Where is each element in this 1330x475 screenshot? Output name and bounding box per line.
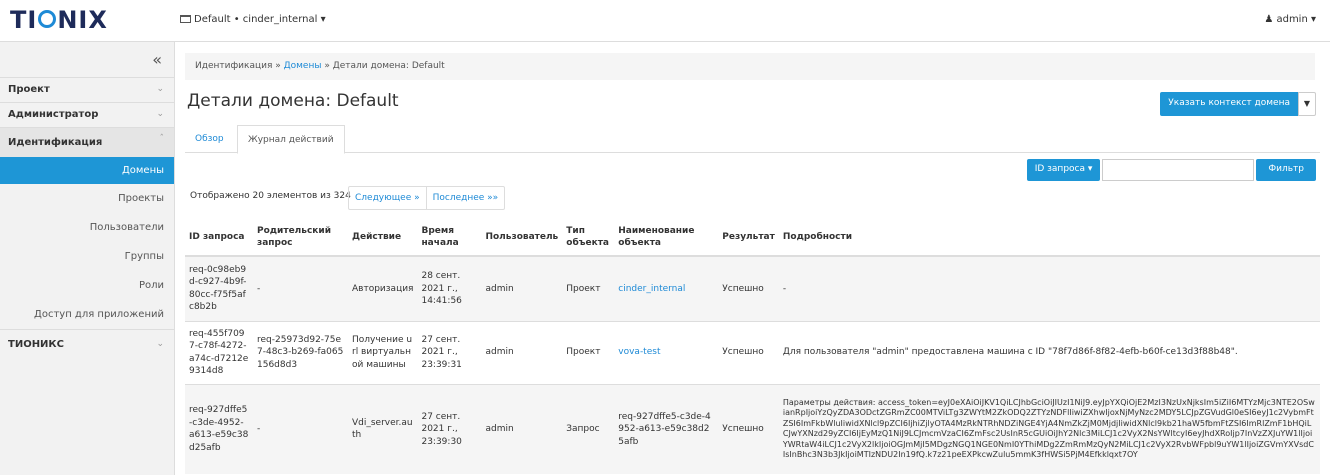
col-request-id[interactable]: ID запроса xyxy=(185,218,253,257)
main-content: Идентификация » Домены » Детали домена: … xyxy=(175,42,1330,475)
cell-start-time: 27 сент. 2021 г., 23:39:31 xyxy=(417,320,482,384)
sidebar-section-label: Проект xyxy=(8,84,50,95)
cell-action: Авторизация xyxy=(348,255,418,321)
object-name-link[interactable]: vova-test xyxy=(618,347,660,357)
cell-request-id: req-455f7097-c78f-4272-a74c-d7212e9314d8 xyxy=(185,320,253,384)
sidebar-section-project[interactable]: Проект ⌄ xyxy=(0,77,174,102)
cell-object-type: Проект xyxy=(562,255,615,321)
cell-parent-request: req-25973d92-75e7-48c3-b269-fa065156d8d3 xyxy=(253,320,348,384)
sidebar-item-roles[interactable]: Роли xyxy=(0,271,174,300)
cell-user: admin xyxy=(481,255,563,321)
chevron-down-icon: ⌄ xyxy=(156,84,164,94)
col-start-time[interactable]: Время начала xyxy=(417,218,482,257)
cell-request-id: req-927dffe5-c3de-4952-a613-e59c38d25afb xyxy=(185,383,253,474)
filter-button[interactable]: Фильтр xyxy=(1256,159,1316,181)
sidebar-item-app-access[interactable]: Доступ для приложений xyxy=(0,300,174,329)
sidebar-section-identity[interactable]: Идентификация ˆ xyxy=(0,127,174,157)
col-details[interactable]: Подробности xyxy=(778,218,1320,257)
set-domain-context-button[interactable]: Указать контекст домена xyxy=(1160,92,1298,116)
cell-result: Успешно xyxy=(718,383,779,474)
breadcrumb-current: Детали домена: Default xyxy=(332,61,445,71)
user-icon: ♟ xyxy=(1264,14,1277,25)
cell-action: Vdi_server.auth xyxy=(348,383,418,474)
cell-action: Получение url виртуальной машины xyxy=(348,320,418,384)
cell-object-name: req-927dffe5-c3de-4952-a613-e59c38d25afb xyxy=(614,383,719,474)
pagination: Следующее » Последнее »» xyxy=(348,186,506,210)
brand-logo[interactable]: TI NIX xyxy=(10,6,108,34)
col-user[interactable]: Пользователь xyxy=(481,218,563,257)
cell-start-time: 28 сент. 2021 г., 14:41:56 xyxy=(417,255,482,321)
next-page-link[interactable]: Следующее » xyxy=(349,187,426,209)
sidebar-item-domains[interactable]: Домены xyxy=(0,157,174,184)
col-object-name[interactable]: Наименование объекта xyxy=(614,218,719,257)
breadcrumb: Идентификация » Домены » Детали домена: … xyxy=(185,53,1315,80)
cell-start-time: 27 сент. 2021 г., 23:39:30 xyxy=(417,383,482,474)
table-header-row: ID запроса Родительский запрос Действие … xyxy=(185,218,1320,257)
cell-result: Успешно xyxy=(718,255,779,321)
sidebar-item-users[interactable]: Пользователи xyxy=(0,213,174,242)
col-object-type[interactable]: Тип объекта xyxy=(562,218,615,257)
items-count: Отображено 20 элементов из 324 xyxy=(190,191,351,201)
cell-user: admin xyxy=(481,320,563,384)
breadcrumb-domains-link[interactable]: Домены xyxy=(284,61,322,71)
breadcrumb-identity: Идентификация xyxy=(195,61,273,71)
filter-bar: ID запроса ▾ Фильтр xyxy=(1026,159,1316,181)
cell-object-type: Запрос xyxy=(562,383,615,474)
tab-overview[interactable]: Обзор xyxy=(185,125,234,153)
cell-user: admin xyxy=(481,383,563,474)
sidebar-section-admin[interactable]: Администратор ⌄ xyxy=(0,102,174,127)
filter-field-dropdown[interactable]: ID запроса ▾ xyxy=(1026,159,1101,181)
cell-parent-request: - xyxy=(253,255,348,321)
page-title: Детали домена: Default xyxy=(187,91,399,111)
sidebar-section-tionix[interactable]: ТИОНИКС ⌄ xyxy=(0,329,174,359)
user-menu[interactable]: ♟ admin ▾ xyxy=(1264,14,1316,25)
col-action[interactable]: Действие xyxy=(348,218,418,257)
collapse-sidebar-icon[interactable]: « xyxy=(0,42,174,77)
tabs: Обзор Журнал действий xyxy=(185,125,1320,154)
last-page-link[interactable]: Последнее »» xyxy=(425,187,505,209)
chevron-up-icon: ˆ xyxy=(159,134,165,144)
chevron-down-icon: ⌄ xyxy=(156,339,164,349)
logo-ring-icon xyxy=(38,10,57,28)
tab-action-log[interactable]: Журнал действий xyxy=(237,125,345,154)
chevron-down-icon: ⌄ xyxy=(156,109,164,119)
action-log-table: ID запроса Родительский запрос Действие … xyxy=(185,218,1320,474)
table-row: req-0c98eb9d-c927-4b9f-80cc-f75f5afc8b2b… xyxy=(185,255,1320,321)
breadcrumb-sep: » xyxy=(272,61,284,71)
domain-context-button-group: Указать контекст домена ▼ xyxy=(1160,92,1316,116)
window-icon xyxy=(180,15,191,23)
table-row: req-455f7097-c78f-4272-a74c-d7212e9314d8… xyxy=(185,320,1320,384)
table-row: req-927dffe5-c3de-4952-a613-e59c38d25afb… xyxy=(185,383,1320,474)
cell-object-type: Проект xyxy=(562,320,615,384)
cell-details: - xyxy=(778,255,1320,321)
user-label: admin ▾ xyxy=(1276,14,1316,25)
caret-down-icon[interactable]: ▼ xyxy=(1298,92,1316,116)
sidebar-section-label: Идентификация xyxy=(8,137,103,148)
cell-parent-request: - xyxy=(253,383,348,474)
col-result[interactable]: Результат xyxy=(718,218,779,257)
sidebar-section-label: ТИОНИКС xyxy=(8,339,64,350)
cell-request-id: req-0c98eb9d-c927-4b9f-80cc-f75f5afc8b2b xyxy=(185,255,253,321)
sidebar-item-projects[interactable]: Проекты xyxy=(0,184,174,213)
top-bar: TI NIX Default • cinder_internal ▾ ♟ admi… xyxy=(0,0,1330,42)
cell-result: Успешно xyxy=(718,320,779,384)
filter-input[interactable] xyxy=(1102,159,1255,181)
sidebar-item-groups[interactable]: Группы xyxy=(0,242,174,271)
sidebar-section-label: Администратор xyxy=(8,109,99,120)
cell-details: Для пользователя "admin" предоставлена м… xyxy=(778,320,1320,384)
col-parent-request[interactable]: Родительский запрос xyxy=(253,218,348,257)
cell-details: Параметры действия: access_token=eyJ0eXA… xyxy=(778,383,1320,474)
breadcrumb-sep: » xyxy=(321,61,333,71)
object-name-link[interactable]: cinder_internal xyxy=(618,284,685,294)
context-selector[interactable]: Default • cinder_internal ▾ xyxy=(180,14,326,25)
sidebar: « Проект ⌄ Администратор ⌄ Идентификация… xyxy=(0,42,175,475)
context-label: Default • cinder_internal ▾ xyxy=(194,14,326,25)
